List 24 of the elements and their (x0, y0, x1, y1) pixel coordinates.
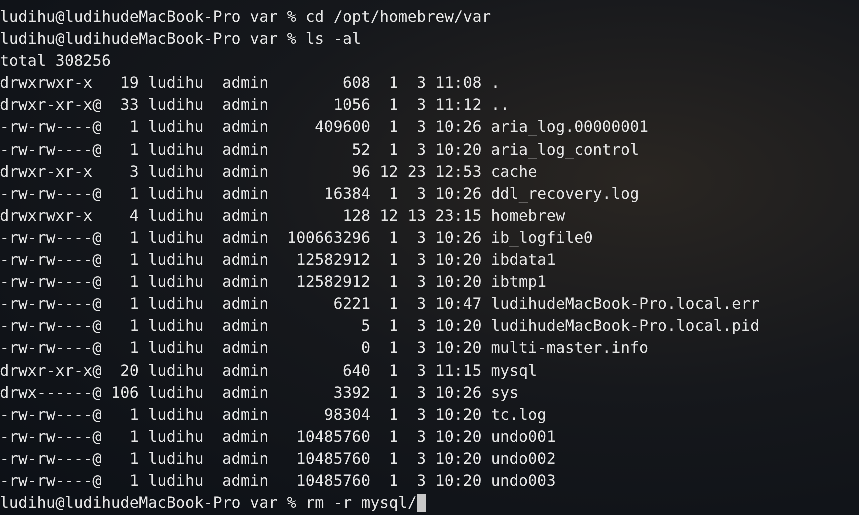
output-line: -rw-rw----@ 1 ludihu admin 16384 1 3 10:26 ddl_recovery.log (0, 184, 640, 205)
output-line: drwxr-xr-x 3 ludihu admin 96 12 23 12:53 cache (0, 162, 538, 183)
output-line: -rw-rw----@ 1 ludihu admin 98304 1 3 10:20 tc.log (0, 404, 547, 426)
output-line: -rw-rw----@ 1 ludihu admin 10485760 1 3 10:20 undo002 (0, 448, 556, 470)
output-line: -rw-rw----@ 1 ludihu admin 12582912 1 3 10:20 ibdata1 (0, 250, 556, 272)
output-line: drwxr-xr-x@ 33 ludihu admin 1056 1 3 11:12 .. (0, 95, 510, 116)
output-line: -rw-rw----@ 1 ludihu admin 5 1 3 10:20 ludihudeMacBook-Pro.local.pid (0, 316, 760, 338)
output-line: drwxr-xr-x@ 20 ludihu admin 640 1 3 11:15 mysql (0, 360, 538, 382)
output-line: drwx------@ 106 ludihu admin 3392 1 3 10:26 sys (0, 382, 519, 404)
output-line: -rw-rw----@ 1 ludihu admin 10485760 1 3 10:20 undo001 (0, 426, 556, 448)
output-line: -rw-rw----@ 1 ludihu admin 12582912 1 3 10:20 ibtmp1 (0, 272, 547, 294)
output-line: -rw-rw----@ 1 ludihu admin 10485760 1 3 10:20 undo003 (0, 470, 556, 492)
text-cursor (416, 494, 426, 512)
output-line: -rw-rw----@ 1 ludihu admin 100663296 1 3 10:26 ib_logfile0 (0, 228, 594, 249)
output-line: drwxrwxr-x 4 ludihu admin 128 12 13 23:15 homebrew (0, 206, 566, 227)
command-line: ludihu@ludihudeMacBook-Pro var % ls -al (0, 29, 362, 50)
command-line: ludihu@ludihudeMacBook-Pro var % cd /opt/homebrew/var (0, 7, 492, 28)
output-line: -rw-rw----@ 1 ludihu admin 6221 1 3 10:47 ludihudeMacBook-Pro.local.err (0, 294, 760, 316)
output-line: total 308256 (0, 51, 112, 72)
output-line: -rw-rw----@ 1 ludihu admin 409600 1 3 10:26 aria_log.00000001 (0, 117, 649, 138)
output-line: -rw-rw----@ 1 ludihu admin 0 1 3 10:20 multi-master.info (0, 338, 649, 360)
command-input[interactable]: ludihu@ludihudeMacBook-Pro var % rm -r mysql/ (0, 492, 417, 514)
output-line: -rw-rw----@ 1 ludihu admin 52 1 3 10:20 aria_log_control (0, 140, 640, 161)
output-line: drwxrwxr-x 19 ludihu admin 608 1 3 11:08 . (0, 73, 500, 94)
